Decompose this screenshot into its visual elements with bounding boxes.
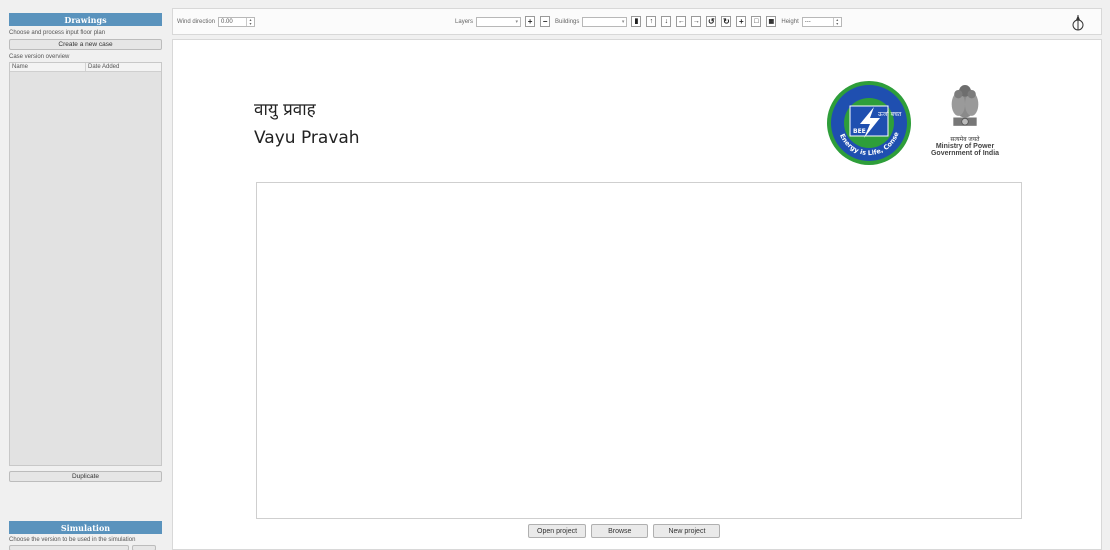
door-icon: ▮ [634, 17, 639, 25]
spin-arrows-icon[interactable]: ▴ ▾ [246, 17, 254, 26]
arrow-up-icon: ↑ [649, 17, 654, 25]
open-project-button[interactable]: Open project [528, 524, 587, 538]
grid-button[interactable]: ▦ [766, 16, 777, 27]
minus-icon: − [542, 16, 548, 26]
drawings-subtitle: Choose and process input floor plan [9, 30, 106, 36]
move-right-button[interactable]: → [691, 16, 702, 27]
ministry-line-1: Ministry of Power [935, 143, 995, 150]
lion-capital-icon [951, 85, 979, 126]
simulation-run-button[interactable] [132, 545, 156, 550]
simulation-header: Simulation [9, 521, 162, 534]
app-title-english: Vayu Pravah [254, 128, 360, 148]
move-up-button[interactable]: ↑ [646, 16, 657, 27]
duplicate-button[interactable]: Duplicate [9, 471, 162, 482]
layers-label: Layers [455, 18, 474, 25]
column-header-date-added[interactable]: Date Added [86, 63, 161, 71]
arrow-right-icon: → [692, 17, 700, 25]
chevron-down-icon: ▾ [621, 18, 625, 25]
simulation-subtitle: Choose the version to be used in the sim… [9, 537, 136, 543]
bee-center-text: BEE [853, 128, 866, 135]
arrow-left-icon: ← [677, 17, 685, 25]
move-down-button[interactable]: ↓ [661, 16, 672, 27]
grid-icon: ▦ [768, 18, 775, 25]
open-door-button[interactable]: ▮ [631, 16, 642, 27]
main-canvas: वायु प्रवाह Vayu Pravah ऊर्जा बचत BEE En… [172, 39, 1102, 550]
emblem-motto: सत्यमेव जयते [950, 137, 980, 143]
simulation-version-select[interactable] [9, 545, 129, 550]
national-emblem: सत्यमेव जयते Ministry of Power Governmen… [925, 79, 1005, 171]
chevron-down-icon: ▾ [515, 18, 519, 25]
create-case-button[interactable]: Create a new case [9, 39, 162, 50]
wind-direction-label: Wind direction [177, 18, 216, 25]
sidebar: Drawings Choose and process input floor … [9, 13, 162, 550]
rectangle-button[interactable]: □ [751, 16, 762, 27]
project-buttons: Open project Browse New project [528, 524, 721, 538]
buildings-label: Buildings [555, 18, 580, 25]
rotate-cw-button[interactable]: ↻ [721, 16, 732, 27]
drawings-header: Drawings [9, 13, 162, 26]
compass-icon[interactable] [1069, 14, 1087, 32]
toolbar: Wind direction 0.00 ▴ ▾ Layers ▾ + − Buil… [172, 8, 1102, 35]
plus-icon: + [527, 16, 533, 26]
bee-logo: ऊर्जा बचत BEE Energy is Life, Conserve i… [826, 80, 911, 165]
new-project-button[interactable]: New project [653, 524, 721, 538]
wind-direction-value[interactable]: 0.00 [219, 18, 246, 26]
layers-combo[interactable]: ▾ [476, 16, 522, 27]
crosshair-button[interactable]: + [736, 16, 747, 27]
case-version-table[interactable]: Name Date Added [9, 62, 162, 466]
case-overview-label: Case version overview [9, 54, 70, 60]
case-table-header: Name Date Added [10, 63, 161, 72]
move-left-button[interactable]: ← [676, 16, 687, 27]
height-value[interactable]: --- [803, 18, 833, 26]
arrow-down-icon: ↓ [664, 17, 669, 25]
height-label: Height [781, 18, 799, 25]
rotate-left-icon: ↺ [708, 16, 715, 26]
add-layer-button[interactable]: + [525, 16, 536, 27]
bee-logo-text: ऊर्जा बचत [878, 110, 902, 118]
app-title-hindi: वायु प्रवाह [254, 100, 316, 120]
height-spinbox[interactable]: --- ▴ ▾ [801, 16, 842, 27]
ministry-line-2: Government of India [930, 150, 1000, 157]
rotate-ccw-button[interactable]: ↺ [706, 16, 717, 27]
rotate-right-icon: ↻ [723, 16, 730, 26]
crosshair-icon: + [739, 16, 744, 26]
column-header-name[interactable]: Name [10, 63, 86, 71]
remove-layer-button[interactable]: − [540, 16, 551, 27]
simulation-controls [9, 545, 162, 550]
buildings-combo[interactable]: ▾ [582, 16, 628, 27]
browse-button[interactable]: Browse [591, 524, 649, 538]
project-preview-area[interactable] [256, 182, 1022, 519]
app-window: Drawings Choose and process input floor … [0, 0, 1110, 550]
spin-arrows-icon[interactable]: ▴ ▾ [832, 17, 841, 26]
wind-direction-spinbox[interactable]: 0.00 ▴ ▾ [218, 16, 256, 27]
simulation-section: Simulation Choose the version to be used… [9, 521, 162, 550]
square-icon: □ [754, 17, 759, 25]
